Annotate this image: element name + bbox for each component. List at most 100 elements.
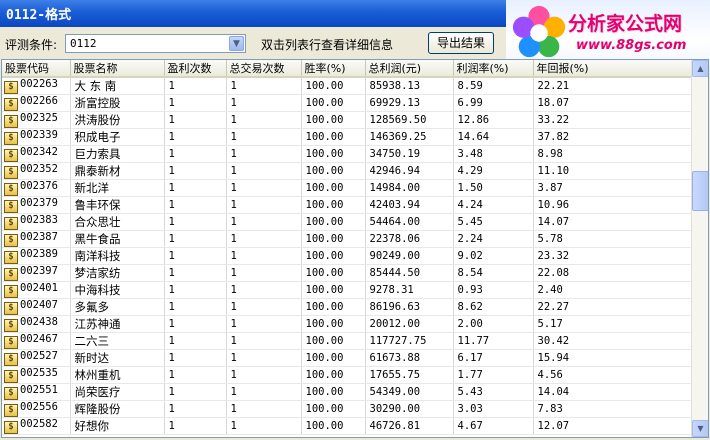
cell-total-profit: 22378.06 xyxy=(365,230,454,248)
cell-annual-return: 37.82 xyxy=(533,128,693,146)
stock-dollar-icon: $ xyxy=(4,251,18,264)
cell-annual-return: 5.17 xyxy=(533,315,693,333)
stock-dollar-icon: $ xyxy=(4,421,18,434)
stock-dollar-icon: $ xyxy=(4,200,18,213)
cell-annual-return: 15.94 xyxy=(533,349,693,367)
table-row[interactable]: $002556 辉隆股份 1 1 100.00 30290.00 3.03 7.83 xyxy=(2,400,693,418)
table-row[interactable]: $002376 新北洋 1 1 100.00 14984.00 1.50 3.87 xyxy=(2,179,693,197)
table-row[interactable]: $002467 二六三 1 1 100.00 117727.75 11.77 30.42 xyxy=(2,332,693,350)
cell-trade-count: 1 xyxy=(226,417,302,435)
table-row[interactable]: $002527 新时达 1 1 100.00 61673.88 6.17 15.94 xyxy=(2,349,693,367)
table-row[interactable]: $002397 梦洁家纺 1 1 100.00 85444.50 8.54 22.08 xyxy=(2,264,693,282)
cell-stock-name: 好想你 xyxy=(70,417,165,435)
cell-trade-count: 1 xyxy=(226,400,302,418)
vertical-scrollbar[interactable]: ▲ ▼ xyxy=(691,60,708,437)
table-row[interactable]: $002352 鼎泰新材 1 1 100.00 42946.94 4.29 11.10 xyxy=(2,162,693,180)
cell-win-rate: 100.00 xyxy=(301,400,366,418)
cell-total-profit: 54464.00 xyxy=(365,213,454,231)
export-button[interactable]: 导出结果 xyxy=(428,32,494,54)
cell-annual-return: 3.87 xyxy=(533,179,693,197)
cell-stock-code: $002407 xyxy=(2,298,71,316)
table-row[interactable]: $002379 鲁丰环保 1 1 100.00 42403.94 4.24 10.96 xyxy=(2,196,693,214)
cell-trade-count: 1 xyxy=(226,162,302,180)
column-header-col-name[interactable]: 股票名称 xyxy=(70,60,165,78)
cell-profit-rate: 12.86 xyxy=(453,111,534,129)
table-row[interactable]: $002266 浙富控股 1 1 100.00 69929.13 6.99 18.07 xyxy=(2,94,693,112)
cell-annual-return: 23.32 xyxy=(533,247,693,265)
stock-code-text: 002401 xyxy=(20,282,58,294)
stock-dollar-icon: $ xyxy=(4,234,18,247)
stock-code-text: 002551 xyxy=(20,384,58,396)
toolbar: 评测条件: 0112 ▼ 双击列表行查看详细信息 导出结果 xyxy=(0,27,506,59)
cell-stock-name: 多氟多 xyxy=(70,298,165,316)
cell-stock-name: 新北洋 xyxy=(70,179,165,197)
cell-annual-return: 5.78 xyxy=(533,230,693,248)
table-row[interactable]: $002387 黑牛食品 1 1 100.00 22378.06 2.24 5.78 xyxy=(2,230,693,248)
table-row[interactable]: $002401 中海科技 1 1 100.00 9278.31 0.93 2.40 xyxy=(2,281,693,299)
cell-win-rate: 100.00 xyxy=(301,111,366,129)
table-row[interactable]: $002438 江苏神通 1 1 100.00 20012.00 2.00 5.17 xyxy=(2,315,693,333)
cell-win-count: 1 xyxy=(164,111,227,129)
results-grid[interactable]: 股票代码 股票名称 盈利次数 总交易次数 胜率(%) 总利润(元) 利润率(%) 年回报(%)… xyxy=(1,59,709,438)
cell-trade-count: 1 xyxy=(226,230,302,248)
cell-annual-return: 33.22 xyxy=(533,111,693,129)
column-header-col-win-count[interactable]: 盈利次数 xyxy=(164,60,227,78)
cell-profit-rate: 3.48 xyxy=(453,145,534,163)
scroll-up-icon[interactable]: ▲ xyxy=(692,60,708,77)
table-row[interactable]: $002389 南洋科技 1 1 100.00 90249.00 9.02 23.32 xyxy=(2,247,693,265)
cell-stock-name: 积成电子 xyxy=(70,128,165,146)
cell-trade-count: 1 xyxy=(226,383,302,401)
table-row[interactable]: $002263 大 东 南 1 1 100.00 85938.13 8.59 22.21 xyxy=(2,77,693,95)
cell-stock-code: $002383 xyxy=(2,213,71,231)
cell-win-count: 1 xyxy=(164,281,227,299)
cell-win-rate: 100.00 xyxy=(301,298,366,316)
cell-trade-count: 1 xyxy=(226,247,302,265)
table-row[interactable]: $002339 积成电子 1 1 100.00 146369.25 14.64 37.82 xyxy=(2,128,693,146)
column-header-col-trade-count[interactable]: 总交易次数 xyxy=(226,60,302,78)
cell-profit-rate: 4.29 xyxy=(453,162,534,180)
stock-code-text: 002387 xyxy=(20,231,58,243)
cell-profit-rate: 4.67 xyxy=(453,417,534,435)
scroll-down-icon[interactable]: ▼ xyxy=(692,420,708,437)
cell-trade-count: 1 xyxy=(226,128,302,146)
cell-win-rate: 100.00 xyxy=(301,247,366,265)
table-row[interactable]: $002325 洪涛股份 1 1 100.00 128569.50 12.86 33.22 xyxy=(2,111,693,129)
stock-code-text: 002352 xyxy=(20,163,58,175)
table-row[interactable]: $002383 合众思壮 1 1 100.00 54464.00 5.45 14.07 xyxy=(2,213,693,231)
filter-combobox[interactable]: 0112 ▼ xyxy=(65,34,246,53)
cell-win-count: 1 xyxy=(164,94,227,112)
cell-win-count: 1 xyxy=(164,264,227,282)
table-row[interactable]: $002535 林州重机 1 1 100.00 17655.75 1.77 4.56 xyxy=(2,366,693,384)
cell-win-count: 1 xyxy=(164,315,227,333)
cell-stock-name: 南洋科技 xyxy=(70,247,165,265)
column-header-col-code[interactable]: 股票代码 xyxy=(2,60,71,78)
cell-stock-code: $002551 xyxy=(2,383,71,401)
column-header-col-profit-rate[interactable]: 利润率(%) xyxy=(453,60,534,78)
cell-win-count: 1 xyxy=(164,366,227,384)
hint-text: 双击列表行查看详细信息 xyxy=(261,38,394,52)
cell-total-profit: 117727.75 xyxy=(365,332,454,350)
chevron-down-icon[interactable]: ▼ xyxy=(229,36,244,51)
cell-stock-code: $002325 xyxy=(2,111,71,129)
table-row[interactable]: $002551 尚荣医疗 1 1 100.00 54349.00 5.43 14.04 xyxy=(2,383,693,401)
table-row[interactable]: $002342 巨力索具 1 1 100.00 34750.19 3.48 8.98 xyxy=(2,145,693,163)
cell-win-count: 1 xyxy=(164,213,227,231)
stock-dollar-icon: $ xyxy=(4,353,18,366)
stock-dollar-icon: $ xyxy=(4,217,18,230)
cell-total-profit: 90249.00 xyxy=(365,247,454,265)
cell-annual-return: 30.42 xyxy=(533,332,693,350)
cell-win-rate: 100.00 xyxy=(301,332,366,350)
column-header-col-win-rate[interactable]: 胜率(%) xyxy=(301,60,366,78)
column-header-col-total-profit[interactable]: 总利润(元) xyxy=(365,60,454,78)
scrollbar-thumb[interactable] xyxy=(692,171,708,211)
cell-profit-rate: 3.03 xyxy=(453,400,534,418)
table-row[interactable]: $002407 多氟多 1 1 100.00 86196.63 8.62 22.27 xyxy=(2,298,693,316)
cell-win-count: 1 xyxy=(164,247,227,265)
stock-dollar-icon: $ xyxy=(4,132,18,145)
stock-code-text: 002407 xyxy=(20,299,58,311)
column-header-col-annual-return[interactable]: 年回报(%) xyxy=(533,60,693,78)
cell-profit-rate: 6.99 xyxy=(453,94,534,112)
cell-win-count: 1 xyxy=(164,383,227,401)
table-row[interactable]: $002582 好想你 1 1 100.00 46726.81 4.67 12.07 xyxy=(2,417,693,435)
cell-total-profit: 42946.94 xyxy=(365,162,454,180)
